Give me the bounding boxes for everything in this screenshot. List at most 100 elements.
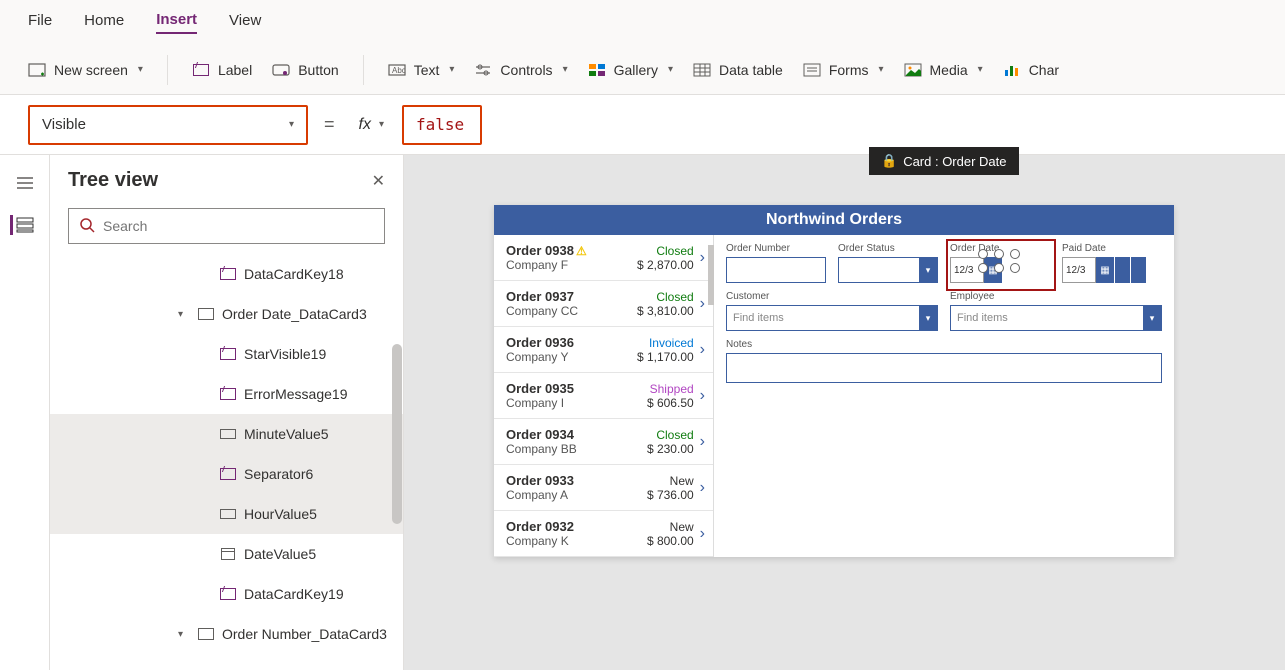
order-item[interactable]: Order 0938⚠Company FClosed$ 2,870.00› xyxy=(494,235,713,281)
tree-item[interactable]: ▾Order Number_DataCard3 xyxy=(50,614,403,654)
customer-dropdown[interactable]: Find items▾ xyxy=(726,305,938,331)
warning-icon: ⚠ xyxy=(576,244,587,258)
chevron-down-icon: ▾ xyxy=(449,64,454,75)
app-title: Northwind Orders xyxy=(494,205,1174,235)
placeholder: Find items xyxy=(957,312,1008,324)
order-item[interactable]: Order 0936Company YInvoiced$ 1,170.00› xyxy=(494,327,713,373)
tree-item-label: DateValue5 xyxy=(244,546,316,562)
text-button[interactable]: Abc Text ▾ xyxy=(388,61,455,79)
paid-date-picker[interactable]: 12/3 ▦ xyxy=(1062,257,1162,283)
chevron-down-icon: ▾ xyxy=(379,119,384,130)
order-amount: $ 606.50 xyxy=(647,396,694,410)
chevron-down-icon: ▾ xyxy=(138,64,143,75)
data-table-button[interactable]: Data table xyxy=(693,61,783,79)
label-button[interactable]: Label xyxy=(192,61,252,79)
chevron-right-icon: › xyxy=(700,433,705,451)
card-icon xyxy=(198,307,214,321)
field-label: Employee xyxy=(950,291,1162,302)
chart-button[interactable]: Char xyxy=(1003,61,1059,79)
ribbon: New screen ▾ Label Button Abc Text ▾ Con… xyxy=(0,45,1285,95)
forms-button[interactable]: Forms ▾ xyxy=(803,61,884,79)
new-screen-button[interactable]: New screen ▾ xyxy=(28,61,143,79)
button-label: Button xyxy=(298,62,338,78)
search-icon xyxy=(79,217,95,236)
menu-file[interactable]: File xyxy=(28,12,52,33)
chevron-down-icon: ▾ xyxy=(668,64,673,75)
field-label: Order Number xyxy=(726,243,826,254)
text-label: Text xyxy=(414,62,440,78)
gallery-button[interactable]: Gallery ▾ xyxy=(588,61,673,79)
order-company: Company I xyxy=(506,396,647,410)
order-item[interactable]: Order 0935Company IShipped$ 606.50› xyxy=(494,373,713,419)
notes-input[interactable] xyxy=(726,353,1162,383)
media-button[interactable]: Media ▾ xyxy=(904,61,983,79)
selection-tooltip: 🔒 Card : Order Date xyxy=(869,147,1019,175)
spinner[interactable] xyxy=(1130,257,1146,283)
gallery-icon xyxy=(588,61,606,79)
property-selector[interactable]: Visible ▾ xyxy=(28,105,308,145)
forms-icon xyxy=(803,61,821,79)
data-table-label: Data table xyxy=(719,62,783,78)
employee-dropdown[interactable]: Find items▾ xyxy=(950,305,1162,331)
tree-item[interactable]: DataCardKey19 xyxy=(50,574,403,614)
order-status-dropdown[interactable]: ▾ xyxy=(838,257,938,283)
chevron-down-icon: ▾ xyxy=(978,64,983,75)
tree-item[interactable]: StarVisible19 xyxy=(50,334,403,374)
order-list[interactable]: Order 0938⚠Company FClosed$ 2,870.00›Ord… xyxy=(494,235,714,557)
tree-item[interactable]: Separator6 xyxy=(50,454,403,494)
placeholder: Find items xyxy=(733,312,784,324)
hamburger-icon[interactable] xyxy=(13,173,37,193)
tree-item[interactable]: MinuteValue5 xyxy=(50,414,403,454)
date-value: 12/3 xyxy=(1062,257,1096,283)
close-icon[interactable]: ✕ xyxy=(372,171,385,191)
tree-item[interactable]: DataCardKey18 xyxy=(50,254,403,294)
order-status: New xyxy=(647,474,694,488)
expand-icon[interactable]: ▾ xyxy=(178,629,190,640)
order-item[interactable]: Order 0933Company ANew$ 736.00› xyxy=(494,465,713,511)
order-date-field: Order Date 12/3 ▦ xyxy=(950,243,1050,283)
tree-body[interactable]: DataCardKey18▾Order Date_DataCard3 StarVi… xyxy=(50,254,403,659)
controls-button[interactable]: Controls ▾ xyxy=(474,61,567,79)
formula-input[interactable]: false xyxy=(402,105,482,145)
tree-item[interactable]: ▾Order Date_DataCard3 xyxy=(50,294,403,334)
field-label: Notes xyxy=(726,339,1162,350)
order-company: Company BB xyxy=(506,442,647,456)
date-icon xyxy=(220,547,236,561)
fx-button[interactable]: fx ▾ xyxy=(351,105,392,145)
button-button[interactable]: Button xyxy=(272,61,338,79)
order-number-input[interactable] xyxy=(726,257,826,283)
spinner[interactable] xyxy=(1114,257,1130,283)
tree-item-label: StarVisible19 xyxy=(244,346,326,362)
menu-home[interactable]: Home xyxy=(84,12,124,33)
controls-label: Controls xyxy=(500,62,552,78)
tree-item-label: DataCardKey19 xyxy=(244,586,344,602)
tooltip-text: Card : Order Date xyxy=(903,154,1006,169)
tree-item[interactable]: ErrorMessage19 xyxy=(50,374,403,414)
chevron-right-icon: › xyxy=(700,479,705,497)
order-id: Order 0937 xyxy=(506,289,637,304)
tree-search-input[interactable] xyxy=(103,218,374,234)
menu-view[interactable]: View xyxy=(229,12,261,33)
tree-view-icon[interactable] xyxy=(10,215,34,235)
order-amount: $ 3,810.00 xyxy=(637,304,694,318)
order-company: Company Y xyxy=(506,350,637,364)
order-item[interactable]: Order 0937Company CCClosed$ 3,810.00› xyxy=(494,281,713,327)
tree-item[interactable]: HourValue5 xyxy=(50,494,403,534)
selection-handles[interactable] xyxy=(978,249,1038,279)
order-status: Invoiced xyxy=(637,336,694,350)
chevron-right-icon: › xyxy=(700,249,705,267)
text-icon: Abc xyxy=(388,61,406,79)
order-item[interactable]: Order 0932Company KNew$ 800.00› xyxy=(494,511,713,557)
scrollbar-thumb[interactable] xyxy=(392,344,402,524)
order-id: Order 0938⚠ xyxy=(506,243,637,258)
tree-item[interactable]: DateValue5 xyxy=(50,534,403,574)
customer-field: Customer Find items▾ xyxy=(726,291,938,331)
expand-icon[interactable]: ▾ xyxy=(178,309,190,320)
order-id: Order 0935 xyxy=(506,381,647,396)
order-id: Order 0934 xyxy=(506,427,647,442)
order-item[interactable]: Order 0934Company BBClosed$ 230.00› xyxy=(494,419,713,465)
tree-search[interactable] xyxy=(68,208,385,244)
svg-text:Abc: Abc xyxy=(392,66,406,75)
menu-insert[interactable]: Insert xyxy=(156,11,197,34)
canvas[interactable]: 🔒 Card : Order Date Northwind Orders Ord… xyxy=(404,155,1285,670)
